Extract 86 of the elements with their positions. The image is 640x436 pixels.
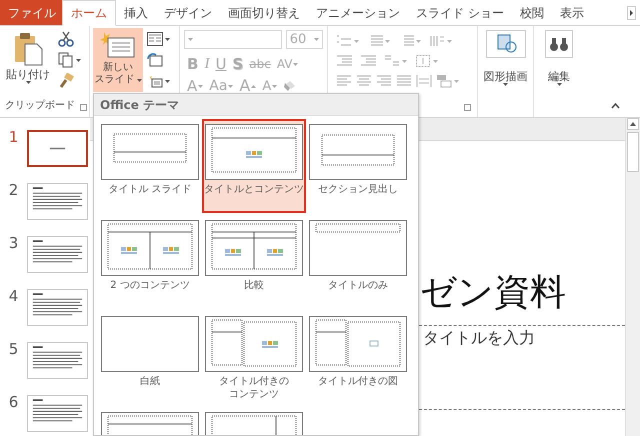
scrollbar[interactable]	[625, 118, 640, 436]
caret-icon	[556, 83, 562, 86]
editing-button[interactable]: 編集	[545, 30, 573, 115]
ribbon-tab[interactable]: デザイン	[156, 0, 220, 25]
caret-icon	[198, 84, 204, 88]
file-tab[interactable]: ファイル	[0, 0, 62, 25]
shapes-icon	[486, 30, 526, 58]
ribbon-tab[interactable]: 表示	[552, 0, 592, 25]
slide-thumbnail[interactable]	[27, 236, 88, 273]
caret-icon	[272, 84, 278, 88]
slide-thumbnail[interactable]	[27, 395, 88, 432]
caret-icon	[314, 38, 319, 41]
align-right-icon	[376, 74, 392, 88]
caret-icon	[165, 38, 170, 40]
caret-icon	[416, 40, 421, 42]
slide-number: 5	[8, 342, 20, 357]
collapse-ribbon-icon[interactable]	[611, 103, 620, 109]
caret-icon	[136, 78, 142, 82]
gallery-title: Office テーマ	[100, 96, 180, 114]
text-direction-icon	[429, 34, 445, 48]
layout-option[interactable]: セクション見出し	[306, 119, 410, 213]
caret-icon	[26, 81, 30, 84]
scroll-right-icon[interactable]	[627, 6, 636, 20]
caret-icon	[433, 60, 438, 62]
layout-option[interactable]: タイトル付きの図	[306, 311, 410, 405]
caret-icon	[385, 40, 390, 42]
reset-icon	[147, 53, 163, 67]
caret-icon	[447, 40, 452, 42]
ribbon-tab[interactable]: 挿入	[116, 0, 156, 25]
slide-title[interactable]: ゼン資料	[420, 275, 566, 311]
caret-icon	[503, 83, 508, 86]
bullet-list-icon	[336, 34, 352, 48]
layout-option[interactable]: タイトル付きのコンテンツ	[202, 311, 306, 405]
layout-option[interactable]: タイトルのみ	[306, 215, 410, 309]
caret-icon	[354, 40, 359, 42]
font-name-field[interactable]	[184, 30, 282, 49]
layout-option[interactable]: 2 つのコンテンツ	[98, 215, 202, 309]
slide-thumbnail[interactable]	[27, 183, 88, 220]
scroll-up-icon[interactable]	[627, 118, 639, 130]
scissors-icon	[58, 31, 74, 47]
scrollbar-thumb[interactable]	[627, 132, 639, 172]
brush-icon	[58, 73, 74, 89]
ribbon-tab[interactable]: ホーム	[62, 0, 116, 26]
ribbon-tab[interactable]: スライド ショー	[408, 0, 512, 25]
slide-thumbnail[interactable]	[27, 289, 88, 326]
ribbon-tab[interactable]: 画面切り替え	[220, 0, 308, 25]
copy-button[interactable]	[58, 51, 81, 69]
caret-icon	[228, 84, 234, 88]
new-slide-icon	[100, 30, 136, 60]
caret-icon	[165, 80, 170, 82]
layout-option[interactable]: 比較	[202, 215, 306, 309]
slide-thumbnail[interactable]	[27, 130, 88, 167]
group-label: クリップボード	[5, 98, 75, 113]
binoculars-icon	[545, 30, 573, 58]
layout-option[interactable]: タイトル スライド	[98, 119, 202, 213]
caret-icon	[188, 38, 193, 41]
dialog-launcher-icon[interactable]	[80, 104, 87, 111]
ribbon-tab[interactable]: アニメーション	[308, 0, 408, 25]
justify-icon	[396, 74, 412, 88]
eraser-icon	[283, 79, 298, 93]
copy-icon	[58, 52, 74, 68]
clipboard-icon	[13, 32, 43, 66]
slide-number: 2	[8, 183, 20, 198]
layout-icon	[147, 32, 163, 46]
drawing-button[interactable]: 図形描画	[484, 30, 528, 115]
align-center-icon	[356, 74, 372, 88]
paste-button[interactable]: 貼り付け	[6, 28, 50, 92]
slide-number: 4	[8, 289, 20, 304]
slide-number: 6	[8, 395, 20, 410]
dialog-launcher-icon[interactable]	[464, 104, 471, 111]
caret-icon	[293, 62, 298, 66]
grow-arrow-icon	[251, 84, 256, 88]
new-slide-button[interactable]: 新しい スライド	[93, 28, 143, 92]
distribute-icon	[416, 74, 432, 88]
ribbon-tab[interactable]: 校閲	[512, 0, 552, 25]
layout-option[interactable]: 白紙	[98, 311, 202, 405]
caret-icon	[76, 58, 81, 62]
layout-option[interactable]: タイトルとコンテンツ	[202, 119, 306, 213]
caret-icon	[402, 60, 407, 62]
slide-thumbnail[interactable]	[27, 342, 88, 379]
slide-number: 3	[8, 236, 20, 251]
align-left-icon	[336, 74, 352, 88]
layout-button[interactable]	[147, 30, 170, 48]
slide-number: 1	[8, 130, 20, 145]
caret-icon	[454, 80, 459, 82]
section-icon	[147, 74, 163, 88]
